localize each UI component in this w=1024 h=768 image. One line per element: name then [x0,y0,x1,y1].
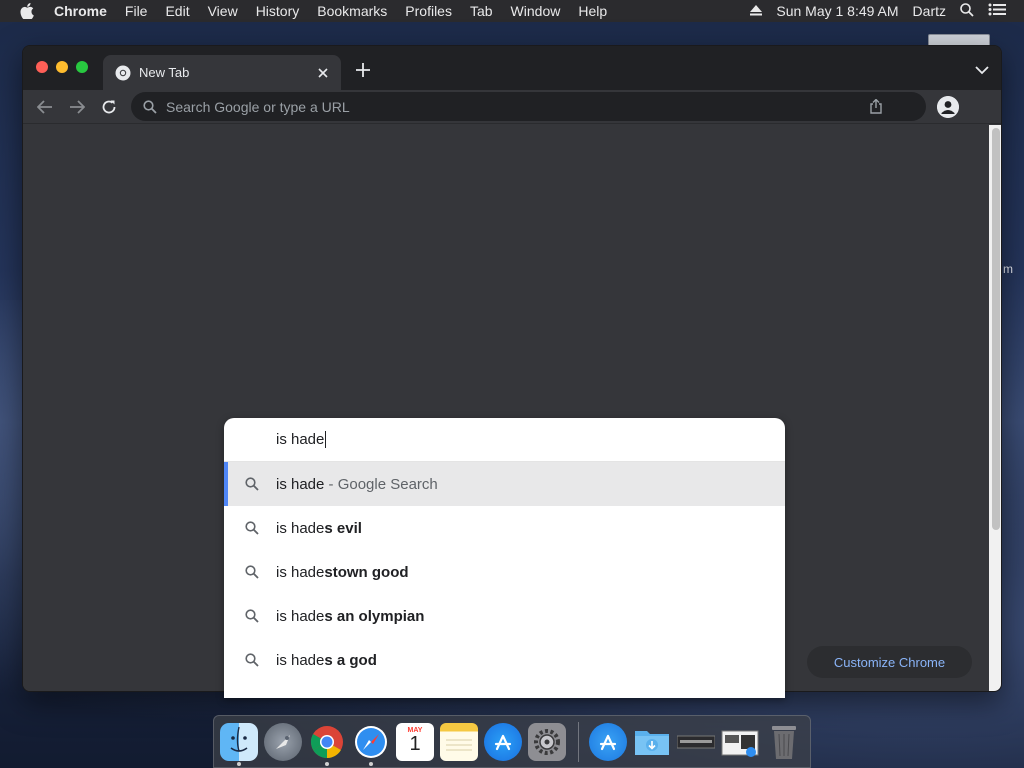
search-icon [245,653,259,667]
search-icon [143,99,157,114]
applications-folder-icon[interactable] [589,722,627,761]
suggestion-row[interactable]: is hade s an olympian [224,594,785,638]
text-caret [325,431,327,448]
running-indicator [237,761,241,766]
search-icon [245,477,259,491]
suggestion-base-text: is hade [276,607,325,625]
menu-view[interactable]: View [208,3,238,19]
suggestion-completion-text: s evil [324,519,362,537]
profile-avatar-icon[interactable] [937,96,959,118]
minimize-window-button[interactable] [56,61,68,73]
dock: MAY 1 [213,715,811,768]
menu-profiles[interactable]: Profiles [405,3,452,19]
dock-separator [578,721,579,762]
tab-strip: New Tab [23,46,1001,90]
app-store-icon[interactable] [484,722,522,761]
suggestion-completion-text: stown good [324,563,409,581]
menu-history[interactable]: History [256,3,300,19]
search-icon [245,609,259,623]
menu-tab[interactable]: Tab [470,3,493,19]
menu-window[interactable]: Window [511,3,561,19]
close-window-button[interactable] [36,61,48,73]
running-indicator [369,761,373,766]
screenshot-stack-icon[interactable] [721,723,759,761]
menu-bar: Chrome File Edit View History Bookmarks … [0,0,1024,22]
typed-query: is hade [276,431,325,448]
finder-icon[interactable] [220,722,258,766]
suggestion-completion-text: s a god [324,651,377,669]
system-preferences-icon[interactable] [528,722,566,761]
calendar-icon[interactable]: MAY 1 [396,722,434,761]
downloads-folder-icon[interactable] [633,723,671,761]
back-button[interactable] [35,97,55,117]
control-center-icon[interactable] [988,3,1006,19]
suggestion-suffix-text: - Google Search [324,475,438,493]
clock[interactable]: Sun May 1 8:49 AM [776,3,898,19]
suggestion-base-text: is hade [276,651,325,669]
scrollbar[interactable] [989,125,1001,691]
address-bar[interactable]: Search Google or type a URL [131,92,926,121]
menu-file[interactable]: File [125,3,148,19]
chrome-icon[interactable] [308,723,346,766]
chrome-favicon-icon [115,65,131,81]
customize-chrome-button[interactable]: Customize Chrome [807,646,972,678]
launchpad-icon[interactable] [264,722,302,761]
suggestion-base-text: is hade [276,519,325,537]
suggestion-list: is hade - Google Search is hade s evil is h… [224,462,785,682]
tab-search-chevron-icon[interactable] [975,62,991,76]
suggestion-row[interactable]: is hade stown good [224,550,785,594]
spotlight-icon[interactable] [960,2,974,20]
notes-icon[interactable] [440,722,478,761]
running-indicator [325,761,329,766]
suggestion-dropdown: is hade is hade - Google Search is hade s … [224,418,785,698]
menu-edit[interactable]: Edit [165,3,189,19]
menu-app-name[interactable]: Chrome [54,3,107,19]
close-tab-icon[interactable] [315,65,331,81]
address-bar-placeholder: Search Google or type a URL [166,98,350,115]
document-stack-icon[interactable] [677,723,715,761]
desktop-label: m [1003,262,1013,276]
trash-icon[interactable] [765,723,803,761]
suggestion-row[interactable]: is hade s a god [224,638,785,682]
window-controls [36,61,96,73]
tab-new-tab[interactable]: New Tab [103,55,341,90]
safari-icon[interactable] [352,723,390,766]
new-tab-button[interactable] [353,60,373,80]
eject-icon[interactable] [750,3,763,19]
maximize-window-button[interactable] [76,61,88,73]
menu-bookmarks[interactable]: Bookmarks [317,3,387,19]
suggestion-row[interactable]: is hade s evil [224,506,785,550]
reload-button[interactable] [99,97,119,117]
tab-title: New Tab [139,65,190,80]
suggestion-base-text: is hade [276,475,325,493]
suggestion-row[interactable]: is hade - Google Search [224,462,785,506]
search-icon [245,565,259,579]
realbox-input[interactable]: is hade [224,418,785,462]
scrollbar-thumb[interactable] [992,128,1000,530]
user-name[interactable]: Dartz [913,3,946,19]
calendar-day: 1 [409,733,421,755]
menu-help[interactable]: Help [578,3,607,19]
suggestion-completion-text: s an olympian [324,607,425,625]
forward-button[interactable] [67,97,87,117]
toolbar: Search Google or type a URL [23,90,1001,124]
apple-menu-icon[interactable] [20,3,38,19]
share-icon[interactable] [870,98,884,115]
suggestion-base-text: is hade [276,563,325,581]
search-icon [245,521,259,535]
